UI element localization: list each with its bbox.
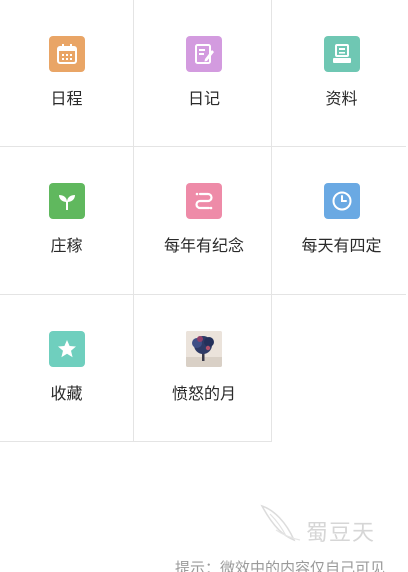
grid-item-label: 日记	[187, 89, 220, 108]
grid-item-label: 资料	[325, 89, 358, 108]
document-tray-icon	[323, 36, 360, 72]
grid-divider	[0, 294, 406, 295]
grid-item-materials[interactable]: 资料	[273, 0, 408, 146]
watermark-text: 蜀豆天	[306, 521, 376, 546]
grid-divider	[133, 0, 134, 442]
grid-divider	[0, 441, 272, 442]
grid-item-schedule[interactable]: 日程	[0, 0, 135, 146]
feature-grid: 日程 日记 资料 庄稼 每年有纪念 每天有四定 收藏 愤怒的月	[0, 0, 408, 442]
clock-icon	[323, 183, 360, 219]
grid-item-anniversary[interactable]: 每年有纪念	[135, 147, 273, 294]
star-icon	[48, 331, 85, 367]
grid-item-daily-four[interactable]: 每天有四定	[273, 147, 408, 294]
grid-item-diary[interactable]: 日记	[135, 0, 273, 146]
grid-item-label: 日程	[50, 89, 83, 108]
grid-item-favorites[interactable]: 收藏	[0, 295, 135, 441]
diary-edit-icon	[186, 36, 222, 72]
grid-item-label: 愤怒的月	[171, 384, 236, 403]
grid-item-crops[interactable]: 庄稼	[0, 147, 135, 294]
grid-item-angry-moon[interactable]: 愤怒的月	[135, 295, 273, 441]
tree-photo-thumbnail	[186, 331, 222, 367]
grid-divider	[271, 0, 272, 442]
sprout-icon	[48, 183, 85, 219]
anniversary-icon	[186, 183, 222, 219]
grid-divider	[0, 146, 406, 147]
grid-item-label: 每天有四定	[301, 236, 382, 255]
footer-hint: 提示：微效中的内容仅自己可见	[175, 559, 386, 572]
grid-item-label: 每年有纪念	[163, 236, 244, 255]
app-screen: 日程 日记 资料 庄稼 每年有纪念 每天有四定 收藏 愤怒的月 蜀豆天 提示：微…	[0, 0, 408, 572]
grid-item-label: 庄稼	[50, 236, 83, 255]
calendar-icon	[48, 36, 85, 72]
grid-item-label: 收藏	[50, 384, 83, 403]
